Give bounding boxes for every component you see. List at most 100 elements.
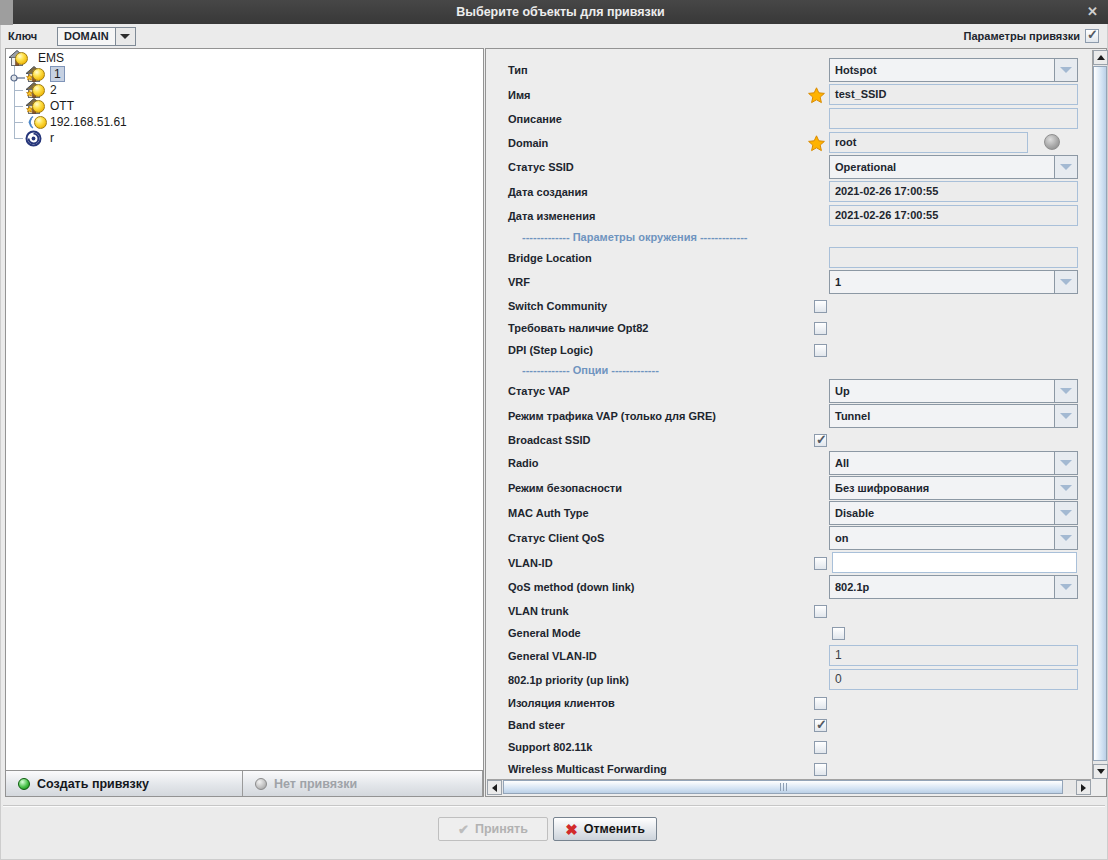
form-row-vap-traffic-mode: Режим трафика VAP (только для GRE)Tunnel xyxy=(487,404,1091,429)
dialog-window: Выберите объекты для привязки ✕ Ключ DOM… xyxy=(0,0,1108,860)
client-qos-status-dropdown[interactable]: on xyxy=(829,526,1078,550)
form-row-band-steer: Band steer✓ xyxy=(487,714,1091,736)
require-opt82-checkbox-box[interactable] xyxy=(814,322,827,335)
modified-date-field[interactable]: 2021-02-26 17:00:55 xyxy=(829,205,1078,226)
chevron-down-icon[interactable] xyxy=(1054,452,1077,474)
vap-traffic-mode-dropdown[interactable]: Tunnel xyxy=(829,404,1078,428)
wireless-multicast-forwarding-checkbox-box[interactable] xyxy=(814,763,827,776)
scroll-up-icon[interactable] xyxy=(1093,50,1108,65)
general-mode-checkbox[interactable] xyxy=(832,627,845,640)
require-opt82-checkbox[interactable] xyxy=(814,322,827,335)
dropdown-value: Без шифрования xyxy=(830,477,1054,499)
close-icon[interactable]: ✕ xyxy=(1087,0,1098,24)
bridge-location-field[interactable] xyxy=(829,247,1078,268)
band-steer-checkbox-box[interactable]: ✓ xyxy=(814,719,827,732)
tree-item-ems[interactable]: EMS xyxy=(6,50,483,66)
form-row-client-qos-status: Статус Client QoSon xyxy=(487,526,1091,551)
switch-community-checkbox-box[interactable] xyxy=(814,300,827,313)
accept-button[interactable]: ✔ Принять xyxy=(438,817,548,841)
form-row-vrf: VRF1 xyxy=(487,270,1091,295)
sphere-icon[interactable] xyxy=(1044,134,1060,150)
qos-method-down-link-dropdown[interactable]: 802.1p xyxy=(829,575,1078,599)
form-row-client-isolation: Изоляция клиентов xyxy=(487,692,1091,714)
domain-ball-icon xyxy=(34,116,47,129)
horizontal-scrollbar[interactable] xyxy=(487,779,1091,794)
wireless-multicast-forwarding-checkbox[interactable] xyxy=(814,763,827,776)
chevron-down-icon[interactable] xyxy=(1054,405,1077,427)
chevron-down-icon[interactable] xyxy=(1054,477,1077,499)
client-isolation-checkbox[interactable] xyxy=(814,697,827,710)
gray-dot-icon xyxy=(255,778,267,790)
vlan-id-input[interactable] xyxy=(832,552,1077,573)
cancel-button[interactable]: ✖ Отменить xyxy=(553,817,657,841)
create-binding-button[interactable]: Создать привязку xyxy=(6,771,243,796)
scroll-left-icon[interactable] xyxy=(487,780,502,795)
dpi-step-logic-checkbox-box[interactable] xyxy=(814,344,827,357)
tree-item-label[interactable]: r xyxy=(50,130,54,146)
chevron-down-icon[interactable] xyxy=(1054,59,1077,81)
support-80211k-checkbox-box[interactable] xyxy=(814,741,827,754)
toolbar: Ключ DOMAIN Параметры привязки ✓ xyxy=(0,24,1108,48)
broadcast-ssid-checkbox-box[interactable]: ✓ xyxy=(814,434,827,447)
object-tree-panel: EMS12OTT192.168.51.61r Создать привязкуН… xyxy=(5,48,484,797)
scroll-down-icon[interactable] xyxy=(1093,764,1108,779)
tree-item-ott[interactable]: OTT xyxy=(6,98,483,114)
broadcast-ssid-checkbox[interactable]: ✓ xyxy=(814,434,827,447)
form-row-vap-status: Статус VAPUp xyxy=(487,379,1091,404)
domain-ball-icon xyxy=(15,52,28,65)
chevron-down-icon[interactable] xyxy=(1054,502,1077,524)
chevron-down-icon[interactable] xyxy=(1054,576,1077,598)
domain-field[interactable]: root xyxy=(829,132,1028,153)
binding-params-checkbox[interactable]: ✓ xyxy=(1085,29,1099,43)
domain-dropdown[interactable]: DOMAIN xyxy=(57,27,136,46)
tree-item-192-168-51-61[interactable]: 192.168.51.61 xyxy=(6,114,483,130)
tree-item-label[interactable]: OTT xyxy=(50,98,74,114)
vlan-id-checkbox[interactable] xyxy=(814,557,827,570)
vertical-scrollbar[interactable] xyxy=(1092,50,1107,779)
form-row-bridge-location: Bridge Location xyxy=(487,246,1091,270)
dropdown-value: 802.1p xyxy=(830,576,1054,598)
mac-auth-type-dropdown[interactable]: Disable xyxy=(829,501,1078,525)
field-label: Switch Community xyxy=(508,295,607,317)
general-mode-checkbox-box[interactable] xyxy=(832,627,845,640)
tree-item-r[interactable]: r xyxy=(6,130,483,146)
tree-button-bar: Создать привязкуНет привязки xyxy=(6,770,483,796)
tree-item-label[interactable]: 2 xyxy=(50,82,57,98)
radio-dropdown[interactable]: All xyxy=(829,451,1078,475)
scroll-right-icon[interactable] xyxy=(1076,780,1091,795)
vlan-trunk-checkbox[interactable] xyxy=(814,605,827,618)
chevron-down-icon[interactable] xyxy=(1054,527,1077,549)
tree-item-label[interactable]: 1 xyxy=(50,66,65,82)
section-separator: ------------- Опции ------------- xyxy=(522,361,659,379)
vap-status-dropdown[interactable]: Up xyxy=(829,379,1078,403)
chevron-down-icon[interactable] xyxy=(1054,380,1077,402)
created-date-field[interactable]: 2021-02-26 17:00:55 xyxy=(829,181,1078,202)
chevron-down-icon[interactable] xyxy=(115,28,135,45)
tree-item-1[interactable]: 1 xyxy=(6,66,483,82)
client-isolation-checkbox-box[interactable] xyxy=(814,697,827,710)
no-binding-button[interactable]: Нет привязки xyxy=(243,771,483,796)
ssid-status-dropdown[interactable]: Operational xyxy=(829,155,1078,179)
general-vlan-id-field[interactable]: 1 xyxy=(829,645,1078,666)
tree-item-label[interactable]: 192.168.51.61 xyxy=(50,114,127,130)
name-field[interactable]: test_SSID xyxy=(829,84,1078,105)
chevron-down-icon[interactable] xyxy=(1054,156,1077,178)
horizontal-scroll-thumb[interactable] xyxy=(503,780,1063,794)
tree-item-label[interactable]: EMS xyxy=(38,50,64,66)
8021p-priority-up-link-field[interactable]: 0 xyxy=(829,669,1078,690)
tree-item-2[interactable]: 2 xyxy=(6,82,483,98)
security-mode-dropdown[interactable]: Без шифрования xyxy=(829,476,1078,500)
support-80211k-checkbox[interactable] xyxy=(814,741,827,754)
key-label: Ключ xyxy=(8,24,37,48)
vlan-trunk-checkbox-box[interactable] xyxy=(814,605,827,618)
type-dropdown[interactable]: Hotspot xyxy=(829,58,1078,82)
vlan-id-checkbox-box[interactable] xyxy=(814,557,827,570)
vrf-dropdown[interactable]: 1 xyxy=(829,270,1078,294)
field-label: Описание xyxy=(508,107,562,131)
switch-community-checkbox[interactable] xyxy=(814,300,827,313)
dpi-step-logic-checkbox[interactable] xyxy=(814,344,827,357)
band-steer-checkbox[interactable]: ✓ xyxy=(814,719,827,732)
description-field[interactable] xyxy=(829,108,1078,129)
chevron-down-icon[interactable] xyxy=(1054,271,1077,293)
vertical-scroll-thumb[interactable] xyxy=(1093,66,1107,761)
